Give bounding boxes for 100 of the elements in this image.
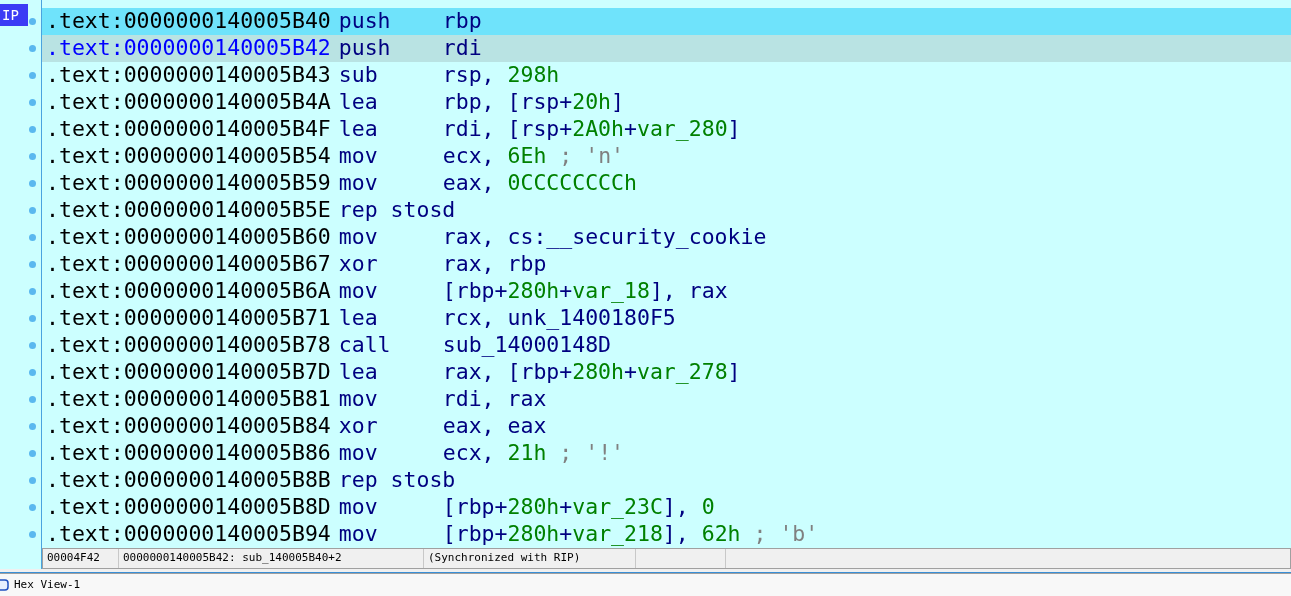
bullet-icon bbox=[29, 342, 36, 349]
status-field: (Synchronized with RIP) bbox=[424, 549, 636, 568]
operands: sub_14000148D bbox=[442, 331, 612, 360]
operands: rax, [rbp+280h+var_278] bbox=[442, 358, 741, 387]
bullet-icon bbox=[29, 18, 36, 25]
mnemonic: lea bbox=[338, 115, 379, 144]
code-line[interactable]: .text:0000000140005B84 xor eax, eax bbox=[42, 413, 1291, 440]
address-label: .text:0000000140005B8D bbox=[45, 493, 331, 522]
address-label: .text:0000000140005B60 bbox=[45, 223, 331, 252]
code-line[interactable]: .text:0000000140005B4A lea rbp, [rsp+20h] bbox=[42, 89, 1291, 116]
code-line[interactable]: .text:0000000140005B8B rep stosb bbox=[42, 467, 1291, 494]
code-line[interactable]: .text:0000000140005B94 mov [rbp+280h+var_218], 62h ; 'b' bbox=[42, 521, 1291, 548]
bullet-icon bbox=[29, 234, 36, 241]
mnemonic: mov bbox=[338, 385, 379, 414]
operands: rdi, [rsp+2A0h+var_280] bbox=[442, 115, 741, 144]
bullet-icon bbox=[29, 423, 36, 430]
bullet-icon bbox=[29, 315, 36, 322]
bullet-icon bbox=[29, 99, 36, 106]
bullet-icon bbox=[29, 531, 36, 538]
operands: rbp bbox=[442, 7, 482, 36]
address-label: .text:0000000140005B5E bbox=[45, 196, 331, 225]
operands: rbp, [rsp+20h] bbox=[442, 88, 625, 117]
mnemonic: lea bbox=[338, 88, 379, 117]
address-label: .text:0000000140005B54 bbox=[45, 142, 331, 171]
hex-view-tab[interactable]: Hex View-1 bbox=[0, 574, 89, 596]
address-label: .text:0000000140005B6A bbox=[45, 277, 331, 306]
address-label: .text:0000000140005B86 bbox=[45, 439, 331, 468]
bullet-icon bbox=[29, 45, 36, 52]
address-label: .text:0000000140005B40 bbox=[45, 7, 331, 36]
mnemonic: call bbox=[338, 331, 392, 360]
bullet-icon bbox=[29, 72, 36, 79]
mnemonic: sub bbox=[338, 61, 379, 90]
status-field: 0000000140005B42: sub_140005B40+2 bbox=[119, 549, 424, 568]
bullet-icon bbox=[29, 369, 36, 376]
address-label: .text:0000000140005B43 bbox=[45, 61, 331, 90]
mnemonic: xor bbox=[338, 412, 379, 441]
address-label: .text:0000000140005B71 bbox=[45, 304, 331, 333]
code-line[interactable]: .text:0000000140005B86 mov ecx, 21h ; '!' bbox=[42, 440, 1291, 467]
address-label: .text:0000000140005B78 bbox=[45, 331, 331, 360]
code-line[interactable]: .text:0000000140005B6A mov [rbp+280h+var_18], rax bbox=[42, 278, 1291, 305]
bullet-icon bbox=[29, 450, 36, 457]
mnemonic: push bbox=[338, 34, 392, 63]
status-field: 00004F42 bbox=[43, 549, 119, 568]
code-line[interactable]: .text:0000000140005B4F lea rdi, [rsp+2A0h+var_280] bbox=[42, 116, 1291, 143]
address-label: .text:0000000140005B8B bbox=[45, 466, 331, 495]
address-label: .text:0000000140005B94 bbox=[45, 520, 331, 549]
operands: eax, eax bbox=[442, 412, 547, 441]
bullet-icon bbox=[29, 126, 36, 133]
address-label: .text:0000000140005B4F bbox=[45, 115, 331, 144]
code-line[interactable]: .text:0000000140005B59 mov eax, 0CCCCCCCCh bbox=[42, 170, 1291, 197]
mnemonic: lea bbox=[338, 304, 379, 333]
code-line[interactable]: .text:0000000140005B71 lea rcx, unk_1400180F5 bbox=[42, 305, 1291, 332]
operands: rax, cs:__security_cookie bbox=[442, 223, 767, 252]
bullet-icon bbox=[29, 396, 36, 403]
operands: [rbp+280h+var_218], 62h ; 'b' bbox=[442, 520, 819, 549]
bullet-icon bbox=[29, 180, 36, 187]
mnemonic: xor bbox=[338, 250, 379, 279]
operands: [rbp+280h+var_23C], 0 bbox=[442, 493, 715, 522]
code-line[interactable]: .text:0000000140005B43 sub rsp, 298h bbox=[42, 62, 1291, 89]
bullet-icon bbox=[29, 261, 36, 268]
operands: eax, 0CCCCCCCCh bbox=[442, 169, 637, 198]
address-label: .text:0000000140005B42 bbox=[45, 34, 331, 63]
mnemonic: mov bbox=[338, 142, 379, 171]
operands: ecx, 21h ; '!' bbox=[442, 439, 625, 468]
bullet-icon bbox=[29, 153, 36, 160]
address-label: .text:0000000140005B67 bbox=[45, 250, 331, 279]
mnemonic: mov bbox=[338, 169, 379, 198]
code-line[interactable]: .text:0000000140005B78 call sub_14000148D bbox=[42, 332, 1291, 359]
mnemonic: mov bbox=[338, 493, 379, 522]
mnemonic: push bbox=[338, 7, 392, 36]
bullet-icon bbox=[29, 288, 36, 295]
operands: rdi bbox=[442, 34, 482, 63]
code-line[interactable]: .text:0000000140005B8D mov [rbp+280h+var_23C], 0 bbox=[42, 494, 1291, 521]
code-line[interactable]: .text:0000000140005B5E rep stosd bbox=[42, 197, 1291, 224]
mnemonic: lea bbox=[338, 358, 379, 387]
mnemonic: mov bbox=[338, 520, 379, 549]
operands: ecx, 6Eh ; 'n' bbox=[442, 142, 625, 171]
address-label: .text:0000000140005B84 bbox=[45, 412, 331, 441]
operands: rcx, unk_1400180F5 bbox=[442, 304, 676, 333]
address-label: .text:0000000140005B7D bbox=[45, 358, 331, 387]
code-line[interactable]: .text:0000000140005B54 mov ecx, 6Eh ; 'n' bbox=[42, 143, 1291, 170]
code-line[interactable]: .text:0000000140005B7D lea rax, [rbp+280h+var_278] bbox=[42, 359, 1291, 386]
ip-marker: IP bbox=[0, 4, 28, 26]
mnemonic: mov bbox=[338, 223, 379, 252]
code-line[interactable]: .text:0000000140005B81 mov rdi, rax bbox=[42, 386, 1291, 413]
code-line[interactable]: .text:0000000140005B67 xor rax, rbp bbox=[42, 251, 1291, 278]
mnemonic: mov bbox=[338, 277, 379, 306]
bullet-icon bbox=[29, 504, 36, 511]
operands: rax, rbp bbox=[442, 250, 547, 279]
operands: rdi, rax bbox=[442, 385, 547, 414]
address-label: .text:0000000140005B59 bbox=[45, 169, 331, 198]
bullet-icon bbox=[29, 207, 36, 214]
mnemonic: rep stosb bbox=[338, 466, 456, 495]
operands: [rbp+280h+var_18], rax bbox=[442, 277, 728, 306]
code-line[interactable]: .text:0000000140005B60 mov rax, cs:__security_cookie bbox=[42, 224, 1291, 251]
bullet-icon bbox=[29, 477, 36, 484]
mnemonic: rep stosd bbox=[338, 196, 456, 225]
address-label: .text:0000000140005B4A bbox=[45, 88, 331, 117]
operands: rsp, 298h bbox=[442, 61, 560, 90]
address-label: .text:0000000140005B81 bbox=[45, 385, 331, 414]
